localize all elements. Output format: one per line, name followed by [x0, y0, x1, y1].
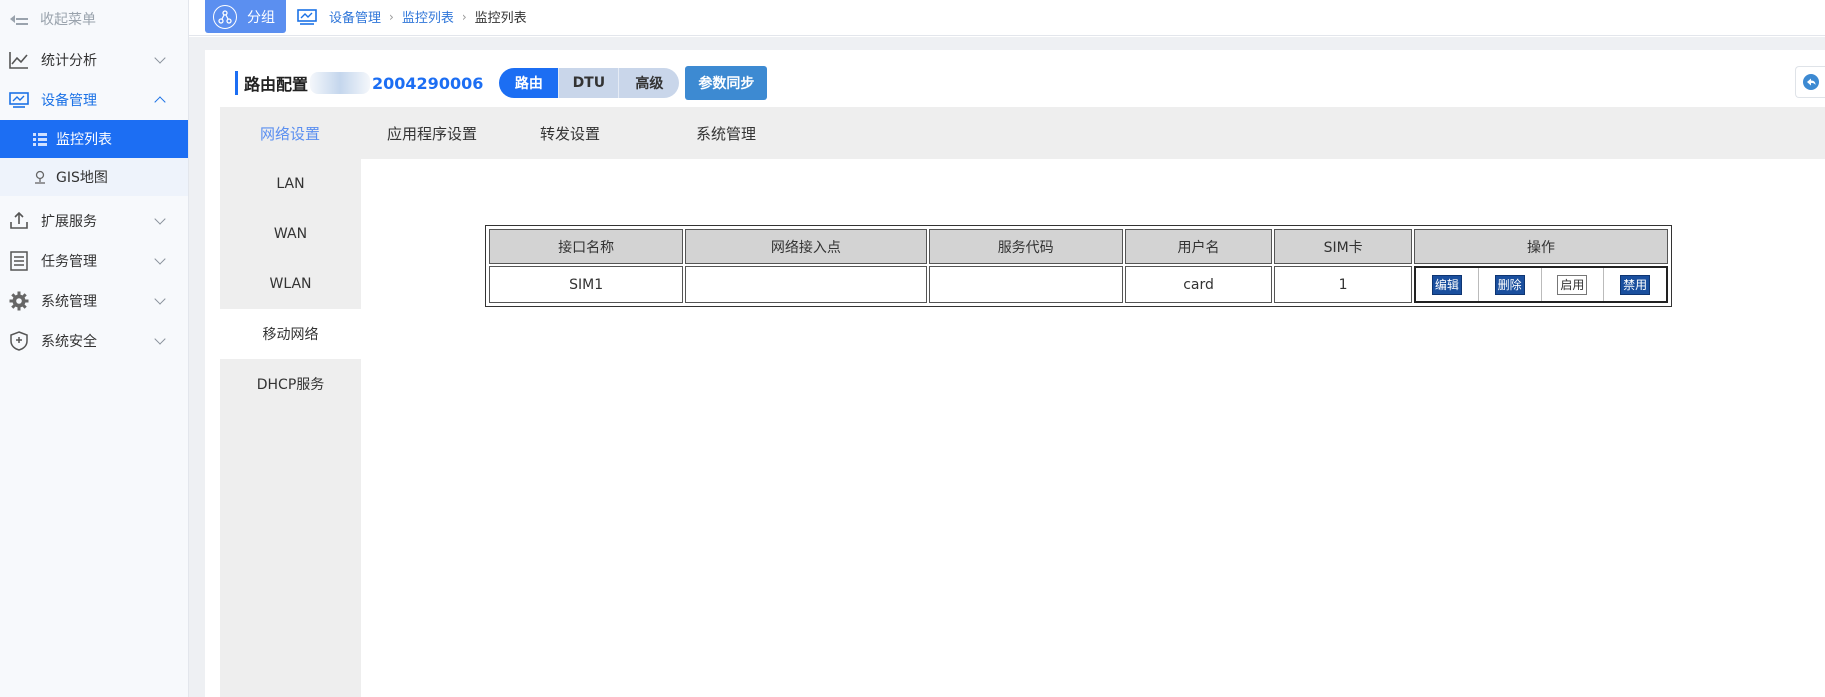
- side-nav-lan[interactable]: LAN: [220, 159, 361, 209]
- sidebar-item-label: 设备管理: [41, 93, 97, 109]
- collapse-menu-icon: [10, 12, 28, 26]
- table-cell: 1: [1274, 266, 1412, 303]
- sidebar-subitem-monitor-list[interactable]: 监控列表: [0, 120, 188, 158]
- chevron-down-icon: [154, 333, 166, 345]
- chevron-down-icon: [154, 253, 166, 265]
- monitor-icon: [297, 8, 317, 26]
- disable-button[interactable]: 禁用: [1620, 274, 1651, 295]
- sidebar-item-label: 任务管理: [41, 254, 97, 270]
- router-config-panel: 路由配置 2004290006 路由 DTU 高级 参数同步 网络设置 应用程序…: [205, 50, 1825, 697]
- edit-button[interactable]: 编辑: [1431, 274, 1462, 295]
- breadcrumb: 设备管理 › 监控列表 › 监控列表: [297, 0, 527, 33]
- column-header: SIM卡: [1274, 229, 1412, 264]
- collapse-menu-label: 收起菜单: [40, 12, 96, 28]
- collapse-menu-button[interactable]: 收起菜单: [0, 0, 188, 38]
- breadcrumb-device-management[interactable]: 设备管理: [329, 7, 381, 26]
- sidebar-item-statistics[interactable]: 统计分析: [0, 40, 188, 80]
- mode-switch: 路由 DTU 高级: [499, 68, 680, 98]
- side-nav-wan[interactable]: WAN: [220, 209, 361, 259]
- sidebar: 收起菜单 统计分析 设备管理 监控列表 GIS地图 扩展服务 任务管理 系统管理…: [0, 0, 189, 697]
- table-cell: [685, 266, 927, 303]
- breadcrumb-current: 监控列表: [474, 11, 527, 26]
- breadcrumb-separator-icon: ›: [461, 9, 467, 24]
- device-code: 2004290006: [372, 73, 484, 93]
- sidebar-item-task-management[interactable]: 任务管理: [0, 241, 188, 281]
- tab-network-settings[interactable]: 网络设置: [260, 123, 320, 144]
- column-header: 接口名称: [489, 229, 684, 264]
- chevron-down-icon: [154, 52, 166, 64]
- table-row: SIM1 card 1 编辑 删除 启用 禁用: [489, 266, 1668, 303]
- sidebar-item-label: 系统管理: [41, 294, 97, 310]
- sim-table: 接口名称 网络接入点 服务代码 用户名 SIM卡 操作 SIM1 card 1: [485, 225, 1672, 307]
- page-title: 路由配置: [244, 75, 309, 94]
- mode-tab-route[interactable]: 路由: [499, 68, 560, 98]
- side-nav-mobile-network[interactable]: 移动网络: [220, 309, 361, 359]
- table-cell: SIM1: [489, 266, 684, 303]
- sidebar-subitem-label: 监控列表: [56, 132, 112, 148]
- column-header: 操作: [1414, 229, 1668, 264]
- sidebar-subitem-gis-map[interactable]: GIS地图: [0, 158, 188, 196]
- undo-icon: [1802, 74, 1819, 90]
- gear-icon: [8, 290, 30, 312]
- back-button[interactable]: [1795, 66, 1825, 98]
- network-side-nav: LAN WAN WLAN 移动网络 DHCP服务: [220, 159, 361, 697]
- sidebar-item-extension-services[interactable]: 扩展服务: [0, 201, 188, 241]
- chevron-down-icon: [154, 213, 166, 225]
- settings-tabs: 网络设置 应用程序设置 转发设置 系统管理: [220, 107, 1825, 159]
- chevron-up-icon: [154, 96, 166, 108]
- task-list-icon: [8, 250, 30, 272]
- chevron-down-icon: [154, 293, 166, 305]
- table-header-row: 接口名称 网络接入点 服务代码 用户名 SIM卡 操作: [489, 229, 1668, 264]
- upload-icon: [8, 210, 30, 232]
- monitor-icon: [8, 89, 30, 111]
- mode-tab-dtu[interactable]: DTU: [559, 68, 620, 98]
- sidebar-subitem-label: GIS地图: [56, 170, 108, 186]
- group-icon: [213, 4, 237, 29]
- group-label: 分组: [247, 9, 275, 26]
- sidebar-item-label: 系统安全: [41, 334, 97, 350]
- sidebar-item-system-security[interactable]: 系统安全: [0, 321, 188, 361]
- sidebar-item-system-management[interactable]: 系统管理: [0, 281, 188, 321]
- line-chart-icon: [8, 49, 30, 71]
- table-cell: [928, 266, 1123, 303]
- sidebar-item-label: 统计分析: [41, 53, 97, 69]
- panel-header: 路由配置 2004290006 路由 DTU 高级 参数同步: [235, 66, 768, 100]
- tab-application-settings[interactable]: 应用程序设置: [387, 123, 477, 144]
- mode-tab-advanced[interactable]: 高级: [619, 68, 680, 98]
- delete-button[interactable]: 删除: [1494, 274, 1525, 295]
- title-marker: [235, 71, 238, 95]
- map-pin-icon: [32, 169, 48, 185]
- table-cell: card: [1124, 266, 1273, 303]
- shield-icon: [8, 330, 30, 352]
- param-sync-button[interactable]: 参数同步: [685, 66, 768, 100]
- tab-system-management[interactable]: 系统管理: [696, 123, 756, 144]
- table-actions-cell: 编辑 删除 启用 禁用: [1414, 266, 1668, 303]
- side-nav-wlan[interactable]: WLAN: [220, 259, 361, 309]
- side-nav-dhcp-service[interactable]: DHCP服务: [220, 359, 361, 409]
- breadcrumb-separator-icon: ›: [389, 9, 394, 24]
- group-button[interactable]: 分组: [205, 0, 286, 33]
- redacted-device-prefix: [310, 72, 371, 94]
- enable-button[interactable]: 启用: [1557, 274, 1588, 295]
- sidebar-item-device-management[interactable]: 设备管理: [0, 80, 188, 120]
- top-bar: 分组 设备管理 › 监控列表 › 监控列表: [189, 0, 1825, 36]
- column-header: 服务代码: [928, 229, 1123, 264]
- sidebar-item-label: 扩展服务: [41, 214, 97, 230]
- column-header: 网络接入点: [685, 229, 927, 264]
- column-header: 用户名: [1124, 229, 1273, 264]
- breadcrumb-monitor-list[interactable]: 监控列表: [402, 7, 454, 26]
- tab-forward-settings[interactable]: 转发设置: [540, 123, 600, 144]
- list-icon: [32, 131, 48, 147]
